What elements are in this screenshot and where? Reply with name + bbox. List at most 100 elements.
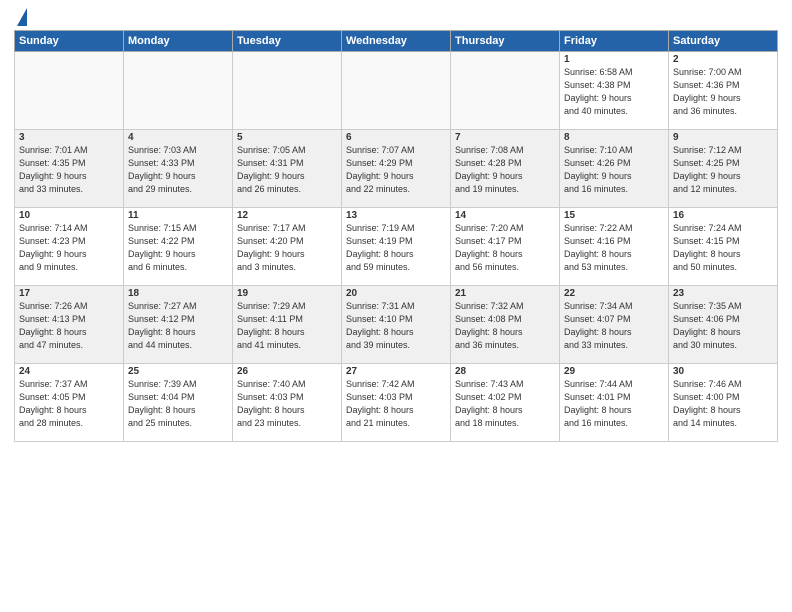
day-info: Sunrise: 7:39 AM Sunset: 4:04 PM Dayligh… bbox=[128, 378, 228, 430]
calendar-cell: 23Sunrise: 7:35 AM Sunset: 4:06 PM Dayli… bbox=[669, 286, 778, 364]
day-info: Sunrise: 7:34 AM Sunset: 4:07 PM Dayligh… bbox=[564, 300, 664, 352]
day-number: 26 bbox=[237, 366, 337, 377]
day-info: Sunrise: 7:32 AM Sunset: 4:08 PM Dayligh… bbox=[455, 300, 555, 352]
day-info: Sunrise: 6:58 AM Sunset: 4:38 PM Dayligh… bbox=[564, 66, 664, 118]
header-friday: Friday bbox=[560, 31, 669, 52]
calendar-cell: 11Sunrise: 7:15 AM Sunset: 4:22 PM Dayli… bbox=[124, 208, 233, 286]
calendar-cell: 29Sunrise: 7:44 AM Sunset: 4:01 PM Dayli… bbox=[560, 364, 669, 442]
day-number: 1 bbox=[564, 54, 664, 65]
day-info: Sunrise: 7:27 AM Sunset: 4:12 PM Dayligh… bbox=[128, 300, 228, 352]
calendar-cell: 27Sunrise: 7:42 AM Sunset: 4:03 PM Dayli… bbox=[342, 364, 451, 442]
calendar-cell: 10Sunrise: 7:14 AM Sunset: 4:23 PM Dayli… bbox=[15, 208, 124, 286]
day-info: Sunrise: 7:05 AM Sunset: 4:31 PM Dayligh… bbox=[237, 144, 337, 196]
calendar-header-row: SundayMondayTuesdayWednesdayThursdayFrid… bbox=[15, 31, 778, 52]
day-number: 25 bbox=[128, 366, 228, 377]
day-number: 13 bbox=[346, 210, 446, 221]
day-number: 8 bbox=[564, 132, 664, 143]
day-number: 22 bbox=[564, 288, 664, 299]
day-info: Sunrise: 7:24 AM Sunset: 4:15 PM Dayligh… bbox=[673, 222, 773, 274]
calendar-cell: 6Sunrise: 7:07 AM Sunset: 4:29 PM Daylig… bbox=[342, 130, 451, 208]
day-number: 29 bbox=[564, 366, 664, 377]
day-number: 19 bbox=[237, 288, 337, 299]
day-info: Sunrise: 7:22 AM Sunset: 4:16 PM Dayligh… bbox=[564, 222, 664, 274]
day-info: Sunrise: 7:19 AM Sunset: 4:19 PM Dayligh… bbox=[346, 222, 446, 274]
day-info: Sunrise: 7:40 AM Sunset: 4:03 PM Dayligh… bbox=[237, 378, 337, 430]
page-header bbox=[14, 10, 778, 26]
calendar-week-4: 17Sunrise: 7:26 AM Sunset: 4:13 PM Dayli… bbox=[15, 286, 778, 364]
day-info: Sunrise: 7:44 AM Sunset: 4:01 PM Dayligh… bbox=[564, 378, 664, 430]
calendar-cell: 15Sunrise: 7:22 AM Sunset: 4:16 PM Dayli… bbox=[560, 208, 669, 286]
calendar-cell: 13Sunrise: 7:19 AM Sunset: 4:19 PM Dayli… bbox=[342, 208, 451, 286]
day-number: 10 bbox=[19, 210, 119, 221]
day-info: Sunrise: 7:12 AM Sunset: 4:25 PM Dayligh… bbox=[673, 144, 773, 196]
day-number: 17 bbox=[19, 288, 119, 299]
header-saturday: Saturday bbox=[669, 31, 778, 52]
day-info: Sunrise: 7:43 AM Sunset: 4:02 PM Dayligh… bbox=[455, 378, 555, 430]
calendar-cell: 7Sunrise: 7:08 AM Sunset: 4:28 PM Daylig… bbox=[451, 130, 560, 208]
header-thursday: Thursday bbox=[451, 31, 560, 52]
calendar-cell: 8Sunrise: 7:10 AM Sunset: 4:26 PM Daylig… bbox=[560, 130, 669, 208]
calendar-cell: 5Sunrise: 7:05 AM Sunset: 4:31 PM Daylig… bbox=[233, 130, 342, 208]
calendar-cell bbox=[15, 52, 124, 130]
day-number: 3 bbox=[19, 132, 119, 143]
day-number: 27 bbox=[346, 366, 446, 377]
day-number: 4 bbox=[128, 132, 228, 143]
day-info: Sunrise: 7:37 AM Sunset: 4:05 PM Dayligh… bbox=[19, 378, 119, 430]
header-sunday: Sunday bbox=[15, 31, 124, 52]
logo bbox=[14, 10, 27, 26]
day-number: 30 bbox=[673, 366, 773, 377]
calendar-cell bbox=[451, 52, 560, 130]
calendar-cell: 18Sunrise: 7:27 AM Sunset: 4:12 PM Dayli… bbox=[124, 286, 233, 364]
calendar-cell: 17Sunrise: 7:26 AM Sunset: 4:13 PM Dayli… bbox=[15, 286, 124, 364]
logo-triangle-icon bbox=[17, 8, 27, 26]
day-number: 11 bbox=[128, 210, 228, 221]
calendar-week-5: 24Sunrise: 7:37 AM Sunset: 4:05 PM Dayli… bbox=[15, 364, 778, 442]
calendar-cell: 25Sunrise: 7:39 AM Sunset: 4:04 PM Dayli… bbox=[124, 364, 233, 442]
day-info: Sunrise: 7:10 AM Sunset: 4:26 PM Dayligh… bbox=[564, 144, 664, 196]
calendar-week-1: 1Sunrise: 6:58 AM Sunset: 4:38 PM Daylig… bbox=[15, 52, 778, 130]
day-info: Sunrise: 7:20 AM Sunset: 4:17 PM Dayligh… bbox=[455, 222, 555, 274]
day-info: Sunrise: 7:00 AM Sunset: 4:36 PM Dayligh… bbox=[673, 66, 773, 118]
day-number: 7 bbox=[455, 132, 555, 143]
calendar-cell: 1Sunrise: 6:58 AM Sunset: 4:38 PM Daylig… bbox=[560, 52, 669, 130]
header-tuesday: Tuesday bbox=[233, 31, 342, 52]
day-info: Sunrise: 7:14 AM Sunset: 4:23 PM Dayligh… bbox=[19, 222, 119, 274]
calendar-week-2: 3Sunrise: 7:01 AM Sunset: 4:35 PM Daylig… bbox=[15, 130, 778, 208]
day-number: 28 bbox=[455, 366, 555, 377]
day-info: Sunrise: 7:42 AM Sunset: 4:03 PM Dayligh… bbox=[346, 378, 446, 430]
day-number: 2 bbox=[673, 54, 773, 65]
calendar-table: SundayMondayTuesdayWednesdayThursdayFrid… bbox=[14, 30, 778, 442]
day-number: 21 bbox=[455, 288, 555, 299]
day-info: Sunrise: 7:15 AM Sunset: 4:22 PM Dayligh… bbox=[128, 222, 228, 274]
calendar-cell: 3Sunrise: 7:01 AM Sunset: 4:35 PM Daylig… bbox=[15, 130, 124, 208]
calendar-cell: 30Sunrise: 7:46 AM Sunset: 4:00 PM Dayli… bbox=[669, 364, 778, 442]
day-number: 16 bbox=[673, 210, 773, 221]
header-wednesday: Wednesday bbox=[342, 31, 451, 52]
day-info: Sunrise: 7:07 AM Sunset: 4:29 PM Dayligh… bbox=[346, 144, 446, 196]
day-info: Sunrise: 7:26 AM Sunset: 4:13 PM Dayligh… bbox=[19, 300, 119, 352]
day-info: Sunrise: 7:46 AM Sunset: 4:00 PM Dayligh… bbox=[673, 378, 773, 430]
calendar-cell: 9Sunrise: 7:12 AM Sunset: 4:25 PM Daylig… bbox=[669, 130, 778, 208]
day-info: Sunrise: 7:01 AM Sunset: 4:35 PM Dayligh… bbox=[19, 144, 119, 196]
calendar-cell: 4Sunrise: 7:03 AM Sunset: 4:33 PM Daylig… bbox=[124, 130, 233, 208]
calendar-cell bbox=[233, 52, 342, 130]
day-info: Sunrise: 7:17 AM Sunset: 4:20 PM Dayligh… bbox=[237, 222, 337, 274]
day-number: 14 bbox=[455, 210, 555, 221]
calendar-cell bbox=[124, 52, 233, 130]
calendar-cell bbox=[342, 52, 451, 130]
day-number: 15 bbox=[564, 210, 664, 221]
calendar-week-3: 10Sunrise: 7:14 AM Sunset: 4:23 PM Dayli… bbox=[15, 208, 778, 286]
calendar-cell: 22Sunrise: 7:34 AM Sunset: 4:07 PM Dayli… bbox=[560, 286, 669, 364]
calendar-cell: 26Sunrise: 7:40 AM Sunset: 4:03 PM Dayli… bbox=[233, 364, 342, 442]
page-container: SundayMondayTuesdayWednesdayThursdayFrid… bbox=[0, 0, 792, 448]
day-number: 6 bbox=[346, 132, 446, 143]
day-number: 12 bbox=[237, 210, 337, 221]
calendar-cell: 24Sunrise: 7:37 AM Sunset: 4:05 PM Dayli… bbox=[15, 364, 124, 442]
day-info: Sunrise: 7:08 AM Sunset: 4:28 PM Dayligh… bbox=[455, 144, 555, 196]
day-info: Sunrise: 7:31 AM Sunset: 4:10 PM Dayligh… bbox=[346, 300, 446, 352]
header-monday: Monday bbox=[124, 31, 233, 52]
day-number: 5 bbox=[237, 132, 337, 143]
day-number: 18 bbox=[128, 288, 228, 299]
calendar-cell: 2Sunrise: 7:00 AM Sunset: 4:36 PM Daylig… bbox=[669, 52, 778, 130]
calendar-cell: 16Sunrise: 7:24 AM Sunset: 4:15 PM Dayli… bbox=[669, 208, 778, 286]
